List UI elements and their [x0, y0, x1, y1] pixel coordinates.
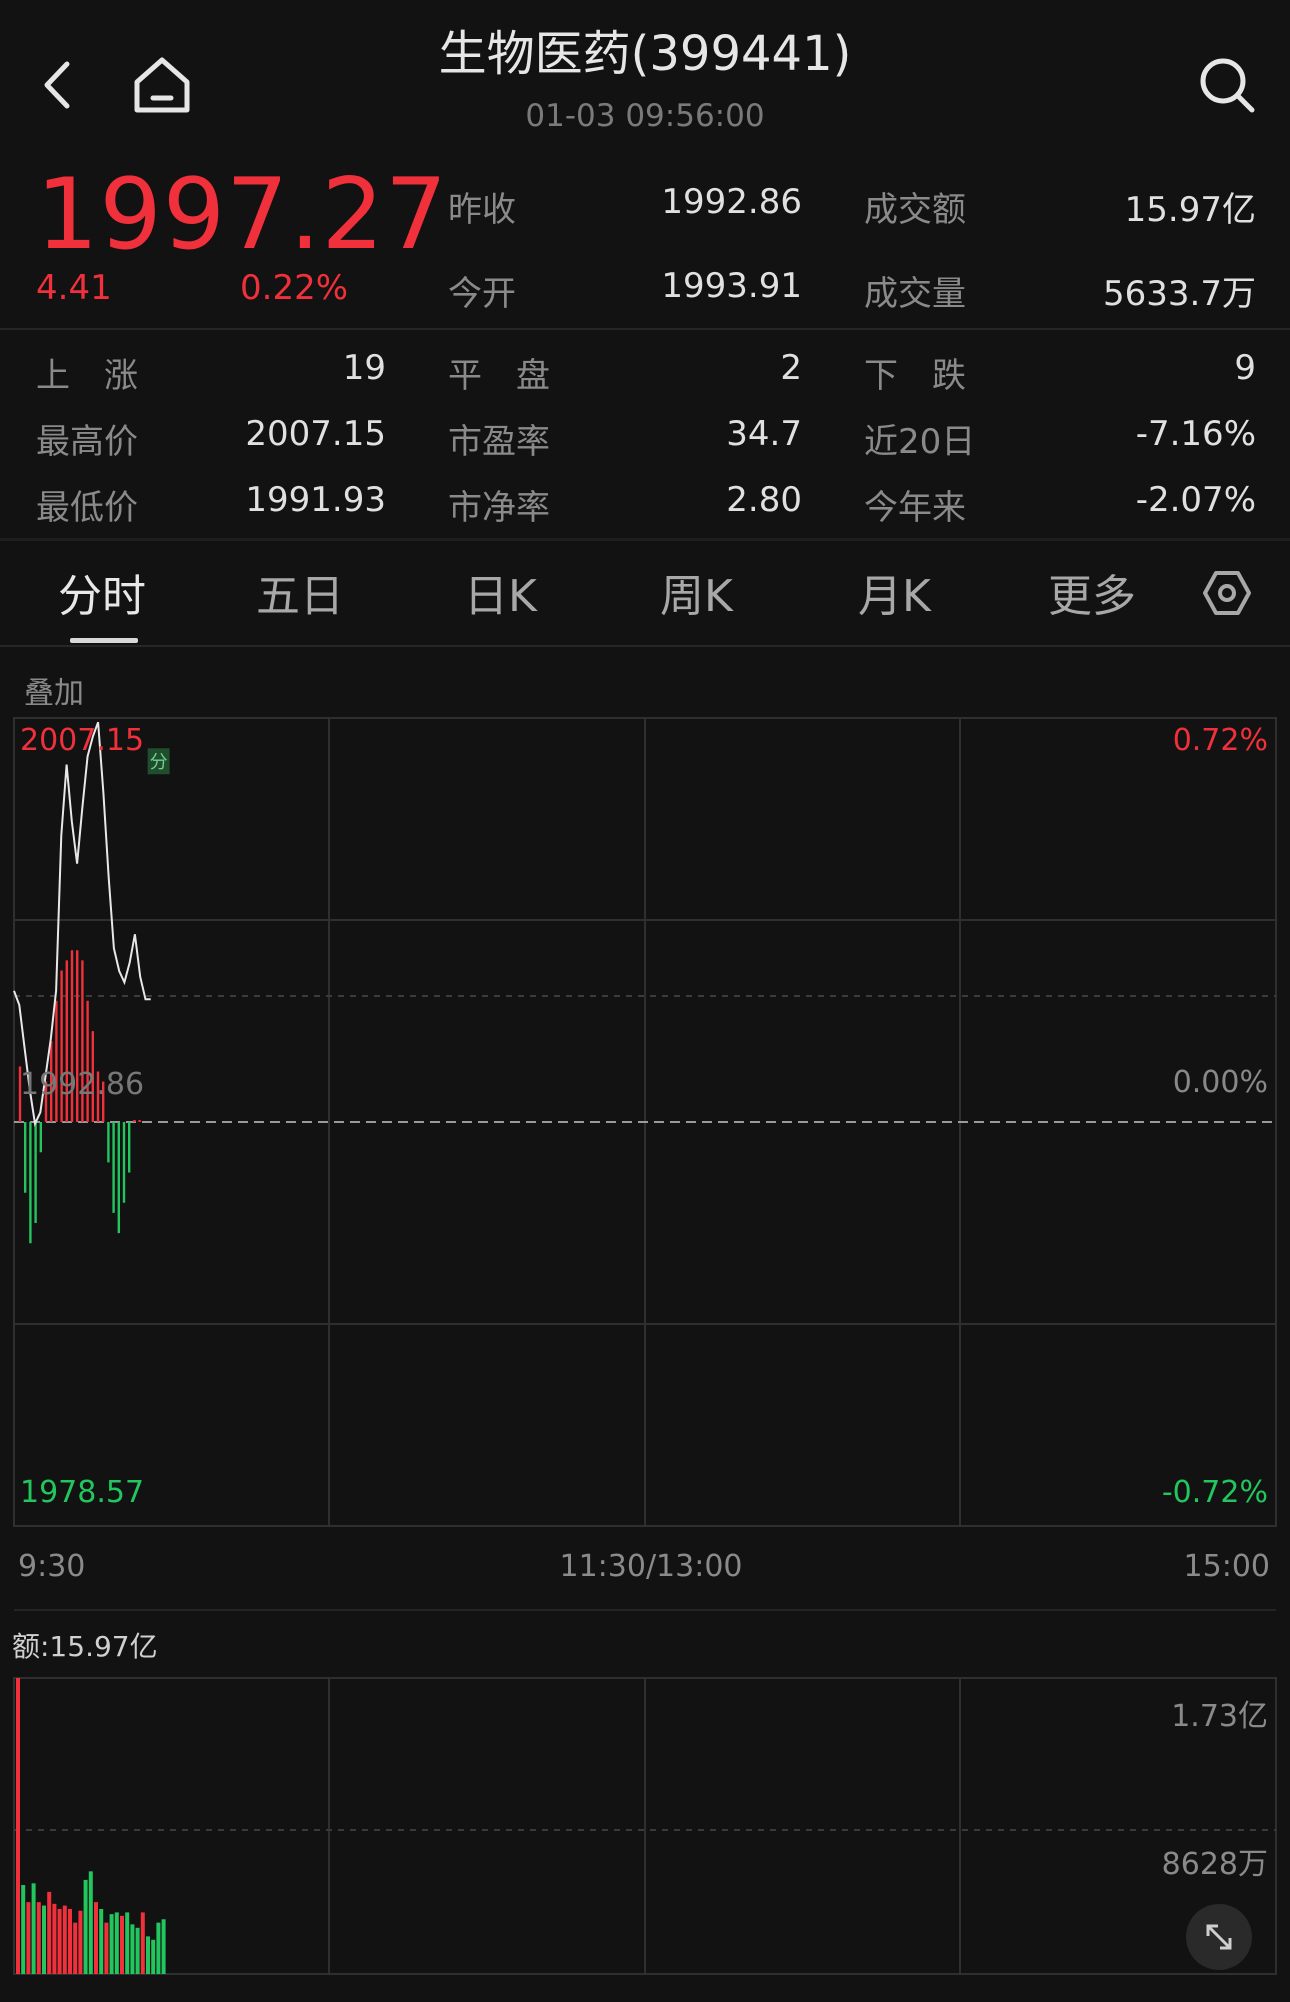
volume-bar — [140, 1912, 145, 1974]
y-left-bottom-label: 1978.57 — [20, 1475, 144, 1510]
svg-text:分: 分 — [150, 752, 168, 773]
volume-bar — [73, 1922, 78, 1974]
volume-grid — [13, 1677, 1277, 1975]
volume-bar — [62, 1905, 67, 1974]
volume-bar — [156, 1922, 161, 1974]
event-marker: 分 — [147, 748, 170, 775]
volume-bar — [52, 1903, 57, 1974]
volume-bar — [151, 1939, 156, 1974]
volume-bars — [16, 1678, 166, 1974]
volume-bar — [120, 1915, 124, 1974]
volume-bar — [31, 1883, 36, 1974]
volume-bar — [114, 1912, 119, 1974]
volume-bar — [16, 1678, 20, 1974]
volume-bar — [130, 1924, 135, 1974]
y-right-bottom-label: -0.72% — [1162, 1475, 1268, 1510]
volume-bar — [57, 1908, 62, 1974]
volume-bar — [161, 1919, 166, 1974]
x-mid-label: 11:30/13:00 — [559, 1549, 742, 1584]
volume-bar — [109, 1914, 114, 1974]
y-right-mid-label: 0.00% — [1173, 1065, 1268, 1100]
fullscreen-button[interactable] — [1186, 1904, 1252, 1970]
volume-bar — [47, 1891, 52, 1974]
y-right-top-label: 0.72% — [1173, 723, 1268, 758]
volume-bar — [88, 1871, 93, 1974]
volume-bar — [146, 1936, 150, 1974]
amount-title: 额:15.97亿 — [12, 1630, 158, 1663]
y-left-top-label: 2007.15 — [20, 723, 144, 758]
volume-bar — [99, 1908, 104, 1974]
volume-mid-label: 8628万 — [1162, 1847, 1268, 1882]
x-start-label: 9:30 — [18, 1549, 85, 1584]
volume-bar — [21, 1885, 26, 1974]
volume-bar — [68, 1908, 72, 1974]
volume-bar — [42, 1905, 46, 1974]
volume-bar — [135, 1927, 140, 1974]
y-left-mid-label: 1992.86 — [20, 1067, 144, 1102]
volume-bar — [125, 1912, 130, 1974]
volume-top-label: 1.73亿 — [1171, 1699, 1268, 1734]
volume-bar — [36, 1902, 41, 1974]
volume-bar — [83, 1879, 88, 1974]
volume-bar — [78, 1910, 83, 1974]
expand-icon — [1206, 1924, 1232, 1950]
volume-bar — [94, 1902, 98, 1974]
volume-bar — [104, 1922, 109, 1974]
volume-bar — [26, 1902, 31, 1974]
charts-canvas: 分 2007.15 1992.86 1978.57 0.72% 0.00% -0… — [12, 717, 1277, 1975]
x-end-label: 15:00 — [1184, 1549, 1270, 1584]
